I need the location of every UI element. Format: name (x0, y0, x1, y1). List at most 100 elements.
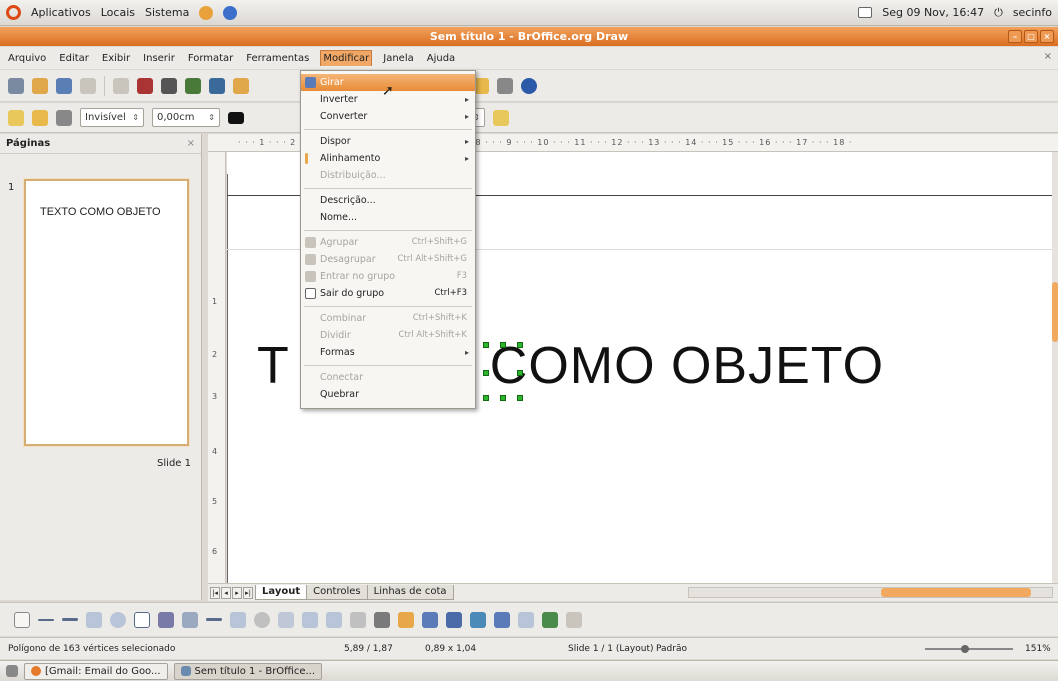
select-arrow-icon[interactable] (14, 611, 30, 628)
fill-format-icon[interactable] (32, 109, 48, 126)
menu-item-alinhamento[interactable]: Alinhamento ▸ (301, 150, 475, 167)
print-icon[interactable] (161, 77, 177, 94)
menu-modificar[interactable]: Modificar (320, 50, 373, 66)
alignment-icon[interactable] (518, 611, 534, 628)
menu-item-quebrar[interactable]: Quebrar (301, 386, 475, 403)
selection-handle[interactable] (483, 395, 489, 401)
from-file-icon[interactable] (446, 611, 462, 628)
next-tab-icon[interactable]: ▸ (232, 586, 242, 599)
selection-handle[interactable] (517, 395, 523, 401)
last-tab-icon[interactable]: ▸| (243, 586, 253, 599)
selection-handle[interactable] (483, 370, 489, 376)
basic-shapes-icon[interactable] (230, 611, 246, 628)
edit-file-icon[interactable] (113, 77, 129, 94)
panel-menu-system[interactable]: Sistema (145, 6, 189, 19)
line-width-field[interactable]: 0,00cm ⇕ (152, 108, 220, 127)
slide-thumbnail[interactable]: TEXTO COMO OBJETO (24, 179, 189, 446)
selection-handle[interactable] (483, 342, 489, 348)
styles-icon[interactable] (8, 109, 24, 126)
points-icon[interactable] (374, 611, 390, 628)
curve-tool-icon[interactable] (158, 611, 174, 628)
panel-user-icon[interactable]: ⏻ (994, 6, 1003, 20)
callouts-icon[interactable] (326, 611, 342, 628)
selection-handle[interactable] (517, 342, 523, 348)
tab-layout[interactable]: Layout (255, 585, 308, 600)
panel-menu-applications[interactable]: Aplicativos (31, 6, 91, 19)
tab-linhas-de-cota[interactable]: Linhas de cota (366, 585, 454, 600)
autospell-icon[interactable] (209, 77, 225, 94)
horizontal-scroll-thumb[interactable] (881, 588, 1031, 597)
taskbar-item-gmail[interactable]: [Gmail: Email do Goo... (24, 662, 168, 680)
menu-item-dividir[interactable]: Dividir Ctrl Alt+Shift+K (301, 327, 475, 344)
open-icon[interactable] (32, 77, 48, 94)
menu-ajuda[interactable]: Ajuda (425, 51, 457, 66)
flowchart-icon[interactable] (302, 611, 318, 628)
arrange-icon[interactable] (542, 611, 558, 628)
menu-janela[interactable]: Janela (381, 51, 415, 66)
fontwork-icon[interactable] (422, 611, 438, 628)
menu-item-formas[interactable]: Formas ▸ (301, 344, 475, 361)
tab-controles[interactable]: Controles (306, 585, 368, 600)
menu-inserir[interactable]: Inserir (141, 51, 177, 66)
email-icon[interactable] (80, 77, 96, 94)
selection-handle[interactable] (500, 342, 506, 348)
shadow-icon[interactable] (493, 109, 509, 126)
panel-user-name[interactable]: secinfo (1013, 6, 1052, 19)
menu-ferramentas[interactable]: Ferramentas (244, 51, 311, 66)
menu-formatar[interactable]: Formatar (186, 51, 235, 66)
line-color-icon[interactable] (228, 111, 244, 124)
vertical-ruler[interactable]: 1 2 3 4 5 6 (208, 152, 226, 592)
window-title-bar[interactable]: Sem título 1 - BrOffice.org Draw – □ × (0, 27, 1058, 46)
menu-item-dispor[interactable]: Dispor ▸ (301, 133, 475, 150)
close-pane-icon[interactable]: × (187, 134, 195, 154)
rectangle-tool-icon[interactable] (86, 611, 102, 628)
menu-arquivo[interactable]: Arquivo (6, 51, 48, 66)
glue-points-icon[interactable] (398, 611, 414, 628)
close-document-icon[interactable]: × (1044, 51, 1052, 62)
connector-tool-icon[interactable] (182, 611, 198, 628)
rotate-icon[interactable] (494, 611, 510, 628)
block-arrows-icon[interactable] (278, 611, 294, 628)
help-icon[interactable] (521, 77, 537, 94)
vertical-scrollbar[interactable] (1052, 152, 1058, 592)
horizontal-scrollbar[interactable] (688, 587, 1053, 598)
text-tool-icon[interactable] (134, 611, 150, 628)
spellcheck-icon[interactable] (185, 77, 201, 94)
symbol-shapes-icon[interactable] (254, 611, 270, 628)
zoom-slider[interactable] (925, 645, 1013, 653)
menu-item-converter[interactable]: Converter ▸ (301, 108, 475, 125)
close-window-button[interactable]: × (1040, 30, 1054, 43)
menu-item-descricao[interactable]: Descrição... (301, 192, 475, 209)
panel-menu-places[interactable]: Locais (101, 6, 135, 19)
help-launcher-icon[interactable] (223, 5, 238, 20)
menu-item-combinar[interactable]: Combinar Ctrl+Shift+K (301, 310, 475, 327)
ellipse-tool-icon[interactable] (110, 611, 126, 628)
menu-item-sair-do-grupo[interactable]: Sair do grupo Ctrl+F3 (301, 285, 475, 302)
line-style-select[interactable]: Invisível ⇕ (80, 108, 144, 127)
menu-exibir[interactable]: Exibir (100, 51, 132, 66)
ubuntu-logo-icon[interactable] (6, 5, 21, 20)
mail-indicator-icon[interactable] (858, 7, 873, 18)
new-document-icon[interactable] (8, 77, 24, 94)
status-style[interactable]: Padrão (656, 644, 687, 654)
minimize-button[interactable]: – (1008, 30, 1022, 43)
menu-item-conectar[interactable]: Conectar (301, 369, 475, 386)
menu-item-distribuicao[interactable]: Distribuição... (301, 167, 475, 184)
status-zoom[interactable]: 151% (1025, 644, 1051, 654)
gallery-tool-icon[interactable] (470, 611, 486, 628)
show-desktop-icon[interactable] (6, 665, 18, 677)
selection-handle[interactable] (500, 395, 506, 401)
panel-clock[interactable]: Seg 09 Nov, 16:47 (882, 6, 984, 19)
vertical-scroll-thumb[interactable] (1052, 282, 1058, 342)
menu-item-desagrupar[interactable]: Desagrupar Ctrl Alt+Shift+G (301, 251, 475, 268)
menu-editar[interactable]: Editar (57, 51, 91, 66)
lines-arrows-icon[interactable] (206, 618, 222, 621)
extrusion-icon[interactable] (566, 611, 582, 628)
menu-item-entrar-no-grupo[interactable]: Entrar no grupo F3 (301, 268, 475, 285)
zoom-slider-knob[interactable] (961, 645, 969, 653)
zoom-icon[interactable] (497, 77, 513, 94)
prev-tab-icon[interactable]: ◂ (221, 586, 231, 599)
taskbar-item-draw[interactable]: Sem título 1 - BrOffice... (173, 662, 323, 680)
maximize-button[interactable]: □ (1024, 30, 1038, 43)
arrow-line-tool-icon[interactable] (62, 618, 78, 621)
